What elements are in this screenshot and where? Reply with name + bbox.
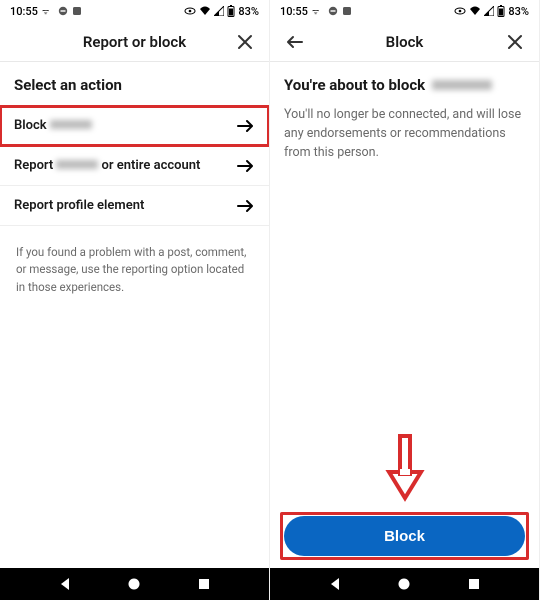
nav-home-icon[interactable] bbox=[397, 577, 411, 591]
close-icon[interactable] bbox=[505, 32, 525, 52]
status-time: 10:55 bbox=[280, 5, 308, 18]
action-label: Report or entire account bbox=[14, 158, 200, 173]
nav-back-icon[interactable] bbox=[328, 577, 342, 591]
action-report-profile-element[interactable]: Report profile element bbox=[0, 186, 269, 226]
confirm-body: You'll no longer be connected, and will … bbox=[284, 106, 525, 162]
screen-report-or-block: 10:55 ᯤ 83% bbox=[0, 0, 270, 600]
nav-home-icon[interactable] bbox=[127, 577, 141, 591]
action-label: Block bbox=[14, 118, 92, 133]
svg-text:ᯤ: ᯤ bbox=[312, 7, 319, 16]
header: Block bbox=[270, 22, 539, 62]
redacted-name bbox=[56, 160, 98, 169]
back-icon[interactable] bbox=[284, 32, 304, 52]
action-label: Report profile element bbox=[14, 198, 144, 213]
android-nav-bar bbox=[0, 568, 269, 600]
eye-icon bbox=[184, 7, 196, 15]
nav-recent-icon[interactable] bbox=[467, 577, 481, 591]
battery-icon bbox=[497, 5, 505, 17]
redacted-name bbox=[50, 120, 92, 129]
nfc-icon: ᯤ bbox=[42, 6, 54, 16]
signal-icon bbox=[484, 6, 494, 16]
section-title: Select an action bbox=[14, 76, 255, 94]
wifi-icon bbox=[469, 6, 481, 16]
screen-block-confirm: 10:55 ᯤ 83% bbox=[270, 0, 540, 600]
status-battery-pct: 83% bbox=[508, 5, 529, 18]
svg-text:ᯤ: ᯤ bbox=[42, 7, 49, 16]
eye-icon bbox=[454, 7, 466, 15]
wifi-icon bbox=[199, 6, 211, 16]
dnd-icon bbox=[58, 6, 68, 16]
app-badge-icon bbox=[342, 6, 352, 16]
nav-back-icon[interactable] bbox=[58, 577, 72, 591]
nfc-icon: ᯤ bbox=[312, 6, 324, 16]
action-list: Block Report or entire account Report pr… bbox=[0, 106, 269, 226]
action-report-account[interactable]: Report or entire account bbox=[0, 146, 269, 186]
android-nav-bar bbox=[270, 568, 539, 600]
nav-recent-icon[interactable] bbox=[197, 577, 211, 591]
dnd-icon bbox=[328, 6, 338, 16]
arrow-right-icon bbox=[237, 159, 255, 173]
block-button[interactable]: Block bbox=[284, 516, 525, 556]
status-battery-pct: 83% bbox=[238, 5, 259, 18]
confirm-heading: You're about to block bbox=[284, 76, 525, 94]
arrow-right-icon bbox=[237, 119, 255, 133]
status-time: 10:55 bbox=[10, 5, 38, 18]
status-bar: 10:55 ᯤ 83% bbox=[270, 0, 539, 22]
battery-icon bbox=[227, 5, 235, 17]
page-title: Block bbox=[304, 33, 505, 51]
redacted-name bbox=[432, 80, 492, 90]
app-badge-icon bbox=[72, 6, 82, 16]
helper-text: If you found a problem with a post, comm… bbox=[14, 226, 255, 314]
action-block[interactable]: Block bbox=[0, 106, 269, 146]
status-bar: 10:55 ᯤ 83% bbox=[0, 0, 269, 22]
close-icon[interactable] bbox=[235, 32, 255, 52]
signal-icon bbox=[214, 6, 224, 16]
page-title: Report or block bbox=[34, 33, 235, 51]
header: Report or block bbox=[0, 22, 269, 62]
arrow-right-icon bbox=[237, 199, 255, 213]
bottom-area: Block bbox=[270, 506, 539, 568]
